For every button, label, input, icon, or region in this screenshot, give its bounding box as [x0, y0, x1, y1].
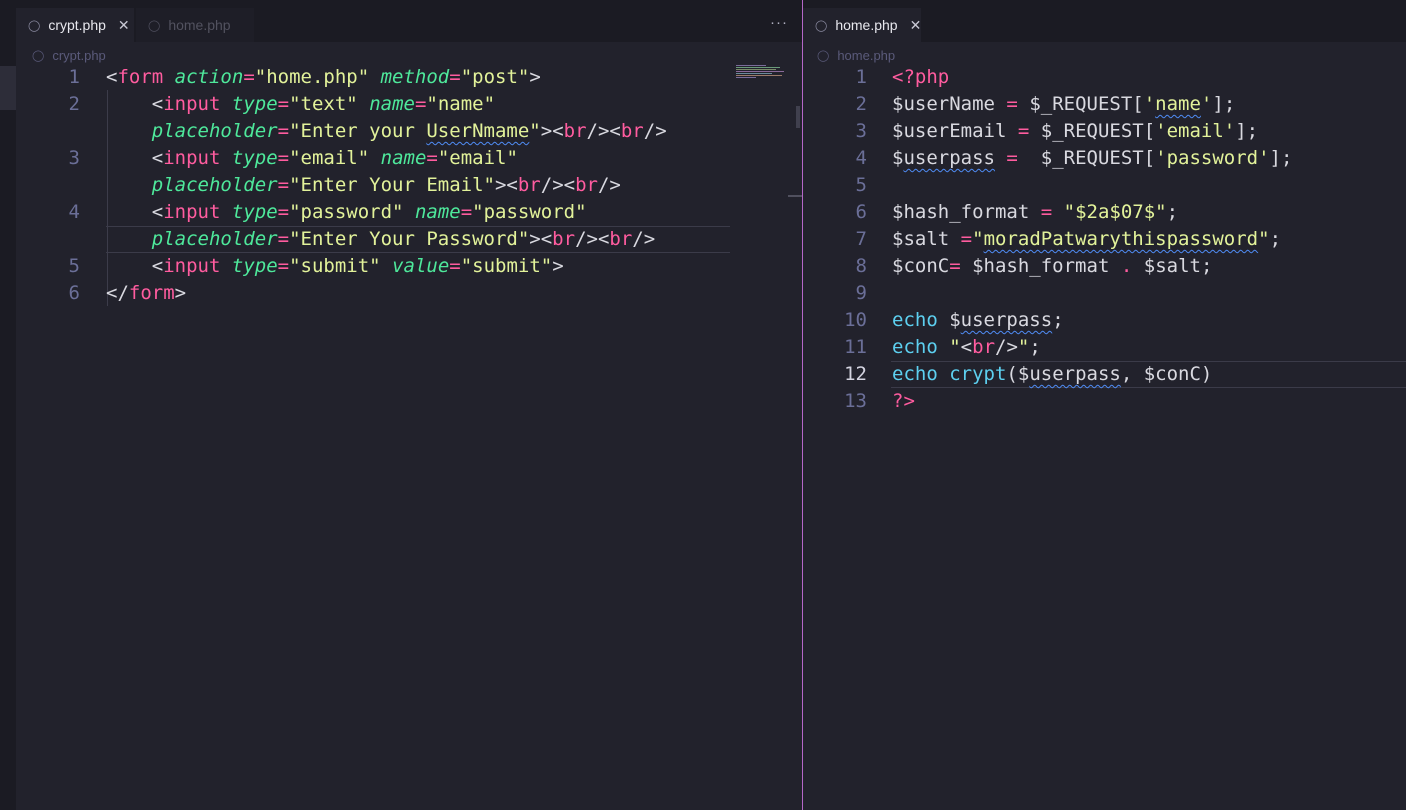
close-icon[interactable]: ✕ — [910, 17, 922, 34]
right-editor-group: ◯ home.php ✕ ◯ home.php 1 <?php 2 $userN… — [802, 0, 1406, 810]
code-line: $userEmail = $_REQUEST['email']; — [892, 120, 1259, 142]
code-line: <form action="home.php" method="post"> — [106, 66, 541, 88]
line-number: 1 — [68, 66, 80, 88]
line-number: 2 — [855, 93, 867, 115]
php-elephant-icon: ◯ — [148, 19, 161, 32]
tab-home-php[interactable]: ◯ home.php ✕ — [803, 8, 921, 42]
code-line: $userName = $_REQUEST['name']; — [892, 93, 1236, 115]
code-line-wrapped: placeholder="Enter Your Email"><br/><br/… — [151, 174, 621, 196]
code-line: $conC= $hash_format . $salt; — [892, 255, 1213, 277]
line-number: 7 — [855, 228, 867, 250]
tab-label: crypt.php — [48, 17, 106, 33]
code-line: <input type="email" name="email" — [151, 147, 518, 169]
line-number: 10 — [844, 309, 867, 331]
breadcrumb[interactable]: ◯ crypt.php — [32, 46, 106, 64]
line-number: 9 — [855, 282, 867, 304]
line-number: 13 — [844, 390, 867, 412]
breadcrumb-file: home.php — [837, 47, 896, 63]
line-number: 1 — [855, 66, 867, 88]
code-line: echo $userpass; — [892, 309, 1064, 331]
php-elephant-icon: ◯ — [28, 19, 41, 32]
tab-crypt-php[interactable]: ◯ crypt.php ✕ — [16, 8, 134, 42]
code-line: <input type="submit" value="submit"> — [151, 255, 564, 277]
code-line: <input type="text" name="name" — [151, 93, 496, 115]
line-number: 4 — [855, 147, 867, 169]
left-editor-group: ◯ crypt.php ✕ ◯ home.php ··· ◯ crypt.php… — [16, 0, 802, 810]
breadcrumb-file: crypt.php — [52, 47, 106, 63]
line-number: 11 — [844, 336, 867, 358]
left-tab-bar: ◯ crypt.php ✕ ◯ home.php ··· — [16, 0, 802, 42]
code-line: $userpass = $_REQUEST['password']; — [892, 147, 1293, 169]
line-number: 2 — [68, 93, 80, 115]
breadcrumb[interactable]: ◯ home.php — [817, 46, 895, 64]
line-number-current: 12 — [844, 363, 867, 385]
code-line-wrapped: placeholder="Enter Your Password"><br/><… — [151, 228, 656, 250]
code-line-wrapped: placeholder="Enter your UserNmame"><br/>… — [151, 120, 667, 142]
tab-label: home.php — [168, 17, 231, 33]
code-line: ?> — [892, 390, 915, 412]
close-icon[interactable]: ✕ — [118, 17, 130, 34]
php-elephant-icon: ◯ — [817, 49, 830, 62]
tab-label: home.php — [835, 17, 898, 33]
php-elephant-icon: ◯ — [815, 19, 828, 32]
code-line: $salt ="moradPatwarythispassword"; — [892, 228, 1282, 250]
ellipsis-icon[interactable]: ··· — [770, 14, 788, 31]
line-number: 5 — [855, 174, 867, 196]
line-number: 6 — [68, 282, 80, 304]
line-number: 6 — [855, 201, 867, 223]
tab-home-php[interactable]: ◯ home.php — [136, 8, 254, 42]
scrollbar-indicator — [788, 195, 802, 197]
right-tab-bar: ◯ home.php ✕ — [803, 0, 1406, 42]
code-editor[interactable]: 1 <?php 2 $userName = $_REQUEST['name'];… — [803, 63, 1406, 810]
activity-bar — [0, 0, 16, 810]
code-line: <?php — [892, 66, 950, 88]
code-line: echo "<br/>"; — [892, 336, 1041, 358]
line-number: 3 — [855, 120, 867, 142]
code-line: $hash_format = "$2a$07$"; — [892, 201, 1179, 223]
activity-indicator — [0, 66, 16, 88]
code-line: </form> — [106, 282, 187, 304]
code-editor[interactable]: 1 <form action="home.php" method="post">… — [16, 63, 802, 810]
line-number: 8 — [855, 255, 867, 277]
php-elephant-icon: ◯ — [32, 49, 45, 62]
scrollbar-thumb[interactable] — [796, 106, 800, 128]
line-number: 5 — [68, 255, 80, 277]
code-line: echo crypt($userpass, $conC) — [892, 363, 1213, 385]
line-number: 4 — [68, 201, 80, 223]
activity-indicator — [0, 88, 16, 110]
line-number: 3 — [68, 147, 80, 169]
code-line: <input type="password" name="password" — [151, 201, 587, 223]
